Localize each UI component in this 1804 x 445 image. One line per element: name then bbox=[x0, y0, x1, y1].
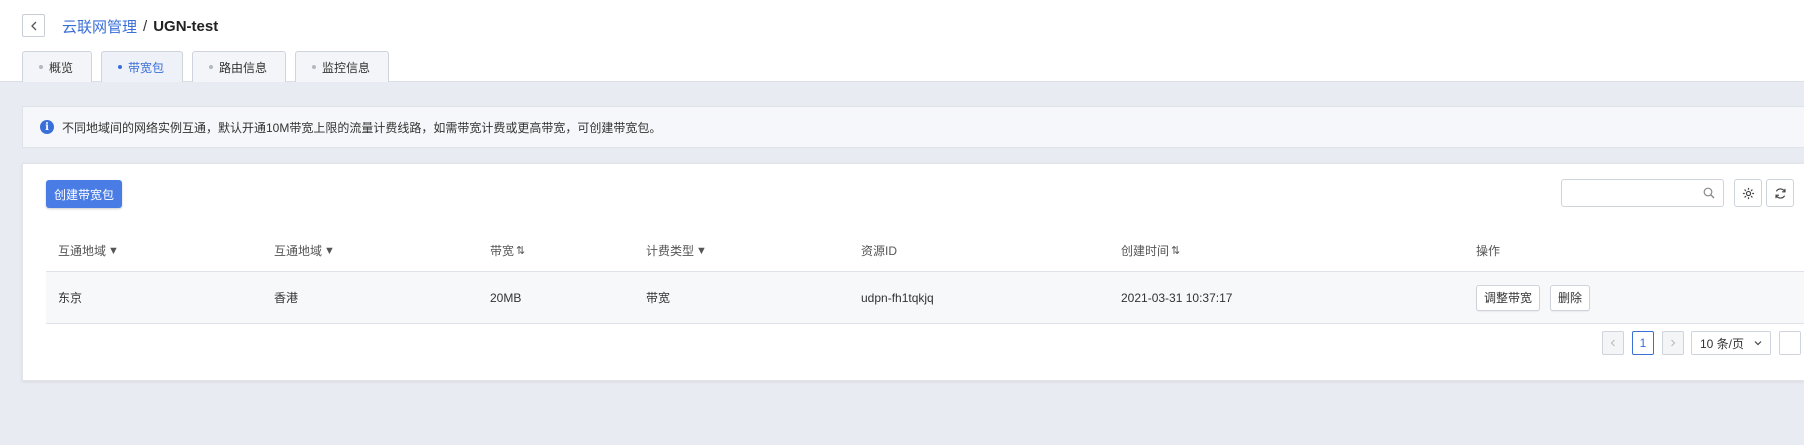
next-page-button[interactable] bbox=[1662, 331, 1684, 355]
table-header: 互通地域 ▼ 互通地域 ▼ 带宽 ⇅ 计费类型 ▼ 资源ID 创建时间 ⇅ 操作 bbox=[46, 230, 1804, 272]
column-header-created-at[interactable]: 创建时间 ⇅ bbox=[1121, 242, 1180, 259]
sort-icon[interactable]: ⇅ bbox=[516, 244, 525, 257]
bandwidth-package-panel: 创建带宽包 互通地域 ▼ 互通地域 ▼ 带宽 ⇅ 计费类型 ▼ 资源ID 创建时间 ⇅ 操… bbox=[22, 163, 1804, 381]
page-title: UGN-test bbox=[153, 18, 219, 35]
column-label: 操作 bbox=[1476, 244, 1501, 258]
info-notice: i 不同地域间的网络实例互通，默认开通10M带宽上限的流量计费线路，如需带宽计费… bbox=[22, 106, 1804, 148]
chevron-down-icon bbox=[1754, 341, 1762, 346]
cell-resource-id: udpn-fh1tqkjq bbox=[861, 290, 934, 305]
column-header-actions: 操作 bbox=[1476, 242, 1500, 259]
tab-label: 监控信息 bbox=[322, 60, 371, 75]
breadcrumb: 云联网管理 / UGN-test bbox=[62, 16, 218, 37]
breadcrumb-separator: / bbox=[143, 18, 148, 35]
search-input[interactable] bbox=[1561, 179, 1724, 207]
refresh-button[interactable] bbox=[1766, 179, 1794, 207]
settings-button[interactable] bbox=[1734, 179, 1762, 207]
tab-overview[interactable]: 概览 bbox=[22, 51, 93, 82]
info-icon: i bbox=[40, 120, 54, 134]
column-header-region-b[interactable]: 互通地域 ▼ bbox=[274, 242, 335, 259]
filter-icon[interactable]: ▼ bbox=[696, 245, 707, 257]
bandwidth-package-table: 互通地域 ▼ 互通地域 ▼ 带宽 ⇅ 计费类型 ▼ 资源ID 创建时间 ⇅ 操作 东京 香… bbox=[46, 230, 1804, 324]
tab-bandwidth-package[interactable]: 带宽包 bbox=[101, 51, 184, 82]
gear-icon bbox=[1742, 187, 1754, 199]
column-label: 计费类型 bbox=[646, 244, 695, 258]
notice-text: 不同地域间的网络实例互通，默认开通10M带宽上限的流量计费线路，如需带宽计费或更… bbox=[62, 120, 662, 135]
column-header-charge-type[interactable]: 计费类型 ▼ bbox=[646, 242, 707, 259]
create-bandwidth-package-button[interactable]: 创建带宽包 bbox=[46, 180, 123, 208]
cell-created-at: 2021-03-31 10:37:17 bbox=[1121, 290, 1233, 305]
pagination: 1 10 条/页 bbox=[23, 331, 1804, 355]
tab-dot-icon bbox=[209, 65, 214, 69]
filter-icon[interactable]: ▼ bbox=[108, 245, 119, 257]
breadcrumb-parent-link[interactable]: 云联网管理 bbox=[62, 16, 137, 37]
column-header-region-a[interactable]: 互通地域 ▼ bbox=[58, 242, 119, 259]
refresh-icon bbox=[1774, 187, 1786, 199]
page-jump-input[interactable] bbox=[1779, 331, 1801, 355]
column-header-bandwidth[interactable]: 带宽 ⇅ bbox=[490, 242, 525, 259]
tab-dot-icon bbox=[118, 65, 123, 69]
back-button[interactable] bbox=[22, 14, 45, 37]
table-row: 东京 香港 20MB 带宽 udpn-fh1tqkjq 2021-03-31 1… bbox=[46, 272, 1804, 324]
header: 云联网管理 / UGN-test 概览 带宽包 路由信息 监控信息 bbox=[0, 0, 1804, 82]
cell-charge-type: 带宽 bbox=[646, 291, 671, 305]
tab-dot-icon bbox=[312, 65, 317, 69]
chevron-right-icon bbox=[1671, 339, 1676, 347]
page-size-select[interactable]: 10 条/页 bbox=[1691, 331, 1771, 355]
column-label: 创建时间 bbox=[1121, 244, 1170, 258]
search-icon bbox=[1703, 187, 1715, 199]
page-size-value: 10 条/页 bbox=[1700, 336, 1745, 351]
column-label: 带宽 bbox=[490, 244, 515, 258]
cell-bandwidth: 20MB bbox=[490, 290, 522, 305]
tab-label: 带宽包 bbox=[128, 60, 165, 75]
adjust-bandwidth-button[interactable]: 调整带宽 bbox=[1476, 284, 1541, 311]
filter-icon[interactable]: ▼ bbox=[324, 245, 335, 257]
cell-actions: 调整带宽 删除 bbox=[1476, 284, 1598, 311]
tab-bar: 概览 带宽包 路由信息 监控信息 bbox=[22, 51, 398, 82]
tab-label: 路由信息 bbox=[219, 60, 268, 75]
tab-route-info[interactable]: 路由信息 bbox=[192, 51, 287, 82]
cell-region-b: 香港 bbox=[274, 291, 299, 305]
column-label: 互通地域 bbox=[58, 244, 107, 258]
column-label: 互通地域 bbox=[274, 244, 323, 258]
column-header-resource-id: 资源ID bbox=[861, 242, 897, 259]
tab-monitor-info[interactable]: 监控信息 bbox=[295, 51, 390, 82]
chevron-left-icon bbox=[1610, 339, 1615, 347]
tab-dot-icon bbox=[39, 65, 43, 69]
cell-region-a: 东京 bbox=[58, 291, 83, 305]
sort-icon[interactable]: ⇅ bbox=[1171, 244, 1180, 257]
delete-button[interactable]: 删除 bbox=[1550, 284, 1591, 311]
chevron-left-icon bbox=[30, 21, 36, 30]
prev-page-button[interactable] bbox=[1602, 331, 1624, 355]
tab-label: 概览 bbox=[49, 60, 74, 75]
column-label: 资源ID bbox=[861, 244, 898, 258]
page-number-button[interactable]: 1 bbox=[1632, 331, 1654, 355]
